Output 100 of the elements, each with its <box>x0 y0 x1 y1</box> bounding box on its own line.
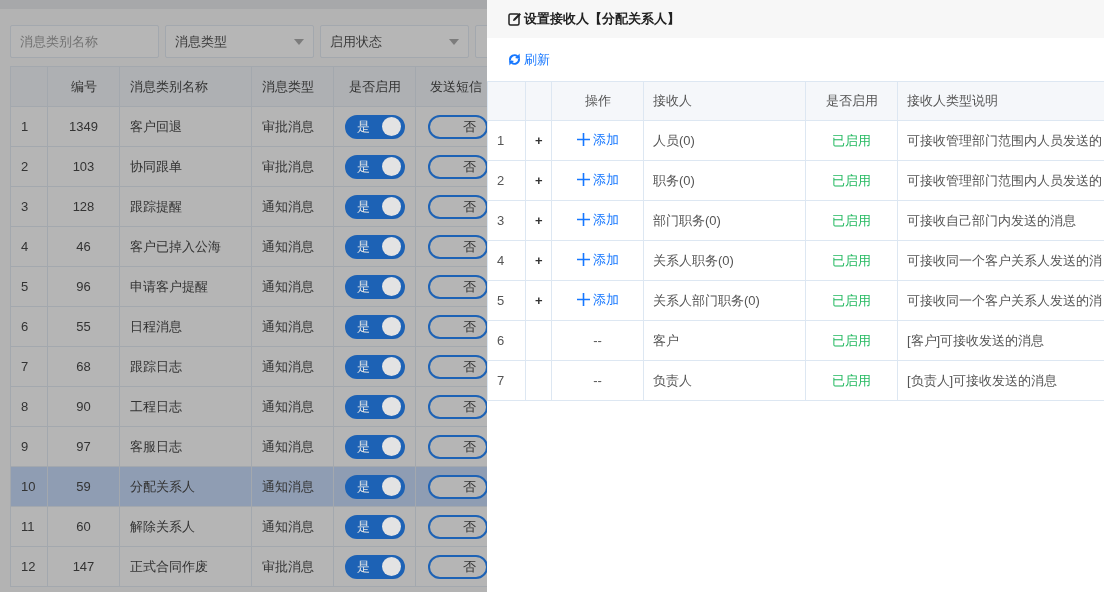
column-header: 操作 <box>551 81 644 121</box>
status-text: 已启用 <box>805 360 898 401</box>
table-cell: 协同跟单 <box>119 146 252 187</box>
row-number: 6 <box>10 306 48 347</box>
status-text: 已启用 <box>805 240 898 281</box>
toggle-switch[interactable]: 是 <box>344 394 405 419</box>
table-cell: 工程日志 <box>119 386 252 427</box>
table-cell: 128 <box>47 186 120 227</box>
table-cell: 审批消息 <box>251 106 334 147</box>
table-row[interactable]: 1 1349 客户回退 审批消息 是 否 <box>10 106 487 147</box>
column-header: 编号 <box>47 66 120 107</box>
toggle-switch[interactable]: 否 <box>428 114 487 139</box>
table-cell: 通知消息 <box>251 466 334 507</box>
row-number: 9 <box>10 426 48 467</box>
table-row[interactable]: 12 147 正式合同作废 审批消息 是 否 <box>10 546 487 587</box>
expand-toggle[interactable]: + <box>535 172 543 188</box>
row-number: 2 <box>487 160 526 201</box>
table-cell: 日程消息 <box>119 306 252 347</box>
toggle-switch[interactable]: 否 <box>428 234 487 259</box>
expand-toggle[interactable]: + <box>535 212 543 228</box>
toggle-switch[interactable]: 否 <box>428 154 487 179</box>
expand-toggle[interactable]: + <box>535 252 543 268</box>
table-cell: 人员(0) <box>643 120 806 161</box>
table-row[interactable]: 10 59 分配关系人 通知消息 是 否 <box>10 466 487 507</box>
select-field[interactable]: 消息类型 <box>165 25 314 58</box>
column-header: 是否启用 <box>805 81 898 121</box>
expand-toggle[interactable]: + <box>535 292 543 308</box>
row-number: 3 <box>10 186 48 227</box>
table-cell: 客户已掉入公海 <box>119 226 252 267</box>
toggle-switch[interactable]: 是 <box>344 554 405 579</box>
row-number: 10 <box>10 466 48 507</box>
toggle-switch[interactable]: 否 <box>428 554 487 579</box>
table-cell: 90 <box>47 386 120 427</box>
table-row[interactable]: 2 103 协同跟单 审批消息 是 否 <box>10 146 487 187</box>
toggle-switch[interactable]: 否 <box>428 274 487 299</box>
table-row[interactable]: 6 55 日程消息 通知消息 是 否 <box>10 306 487 347</box>
table-cell: 通知消息 <box>251 186 334 227</box>
toggle-switch[interactable]: 否 <box>428 354 487 379</box>
status-text: 已启用 <box>805 320 898 361</box>
expand-toggle[interactable]: + <box>535 132 543 148</box>
table-cell: 1349 <box>47 106 120 147</box>
toggle-switch[interactable]: 是 <box>344 434 405 459</box>
drawer-title: 设置接收人【分配关系人】 <box>524 10 680 29</box>
toggle-switch[interactable]: 否 <box>428 514 487 539</box>
table-row[interactable]: 4 46 客户已掉入公海 通知消息 是 否 <box>10 226 487 267</box>
placeholder-dash: -- <box>593 372 602 388</box>
refresh-link[interactable]: 刷新 <box>507 49 550 70</box>
table-cell: 通知消息 <box>251 306 334 347</box>
table-row[interactable]: 3 128 跟踪提醒 通知消息 是 否 <box>10 186 487 227</box>
table-row[interactable]: 9 97 客服日志 通知消息 是 否 <box>10 426 487 467</box>
toggle-switch[interactable]: 是 <box>344 154 405 179</box>
table-cell: 部门职务(0) <box>643 200 806 241</box>
toggle-switch[interactable]: 否 <box>428 434 487 459</box>
toggle-switch[interactable]: 是 <box>344 234 405 259</box>
table-cell: 审批消息 <box>251 146 334 187</box>
select-field[interactable]: 启用状态 <box>320 25 469 58</box>
table-cell: 60 <box>47 506 120 547</box>
search-field[interactable]: 消息类别名称 <box>10 25 159 58</box>
toggle-switch[interactable]: 否 <box>428 474 487 499</box>
table-row[interactable]: 5 96 申请客户提醒 通知消息 是 否 <box>10 266 487 307</box>
column-header: 发送短信 <box>415 66 487 107</box>
table-cell: 解除关系人 <box>119 506 252 547</box>
table-row[interactable]: 11 60 解除关系人 通知消息 是 否 <box>10 506 487 547</box>
column-header: 接收人 <box>643 81 806 121</box>
table-cell: 跟踪提醒 <box>119 186 252 227</box>
toggle-switch[interactable]: 是 <box>344 514 405 539</box>
toggle-switch[interactable]: 否 <box>428 194 487 219</box>
table-cell: 通知消息 <box>251 266 334 307</box>
table-cell: 关系人职务(0) <box>643 240 806 281</box>
table-cell: 55 <box>47 306 120 347</box>
table-row[interactable]: 8 90 工程日志 通知消息 是 否 <box>10 386 487 427</box>
toggle-switch[interactable]: 是 <box>344 354 405 379</box>
toggle-switch[interactable]: 是 <box>344 274 405 299</box>
table-cell: 通知消息 <box>251 386 334 427</box>
column-header: 是否启用 <box>333 66 416 107</box>
row-number: 1 <box>487 120 526 161</box>
table-cell: 147 <box>47 546 120 587</box>
status-text: 已启用 <box>805 120 898 161</box>
status-text: 已启用 <box>805 280 898 321</box>
toggle-switch[interactable]: 是 <box>344 314 405 339</box>
table-cell: 审批消息 <box>251 546 334 587</box>
table-cell: 关系人部门职务(0) <box>643 280 806 321</box>
column-header: 消息类别名称 <box>119 66 252 107</box>
row-number: 7 <box>10 346 48 387</box>
toggle-switch[interactable]: 是 <box>344 114 405 139</box>
row-number: 3 <box>487 200 526 241</box>
row-number: 5 <box>10 266 48 307</box>
toggle-switch[interactable]: 是 <box>344 474 405 499</box>
status-text: 已启用 <box>805 160 898 201</box>
table-cell: 通知消息 <box>251 226 334 267</box>
toggle-switch[interactable]: 是 <box>344 194 405 219</box>
dropdown-caret-icon <box>449 38 459 45</box>
table-row[interactable]: 7 68 跟踪日志 通知消息 是 否 <box>10 346 487 387</box>
plus-icon <box>576 212 590 226</box>
toggle-switch[interactable]: 否 <box>428 314 487 339</box>
table-cell: 客户 <box>643 320 806 361</box>
table-cell: 103 <box>47 146 120 187</box>
row-number: 6 <box>487 320 526 361</box>
toggle-switch[interactable]: 否 <box>428 394 487 419</box>
table-cell: 通知消息 <box>251 426 334 467</box>
